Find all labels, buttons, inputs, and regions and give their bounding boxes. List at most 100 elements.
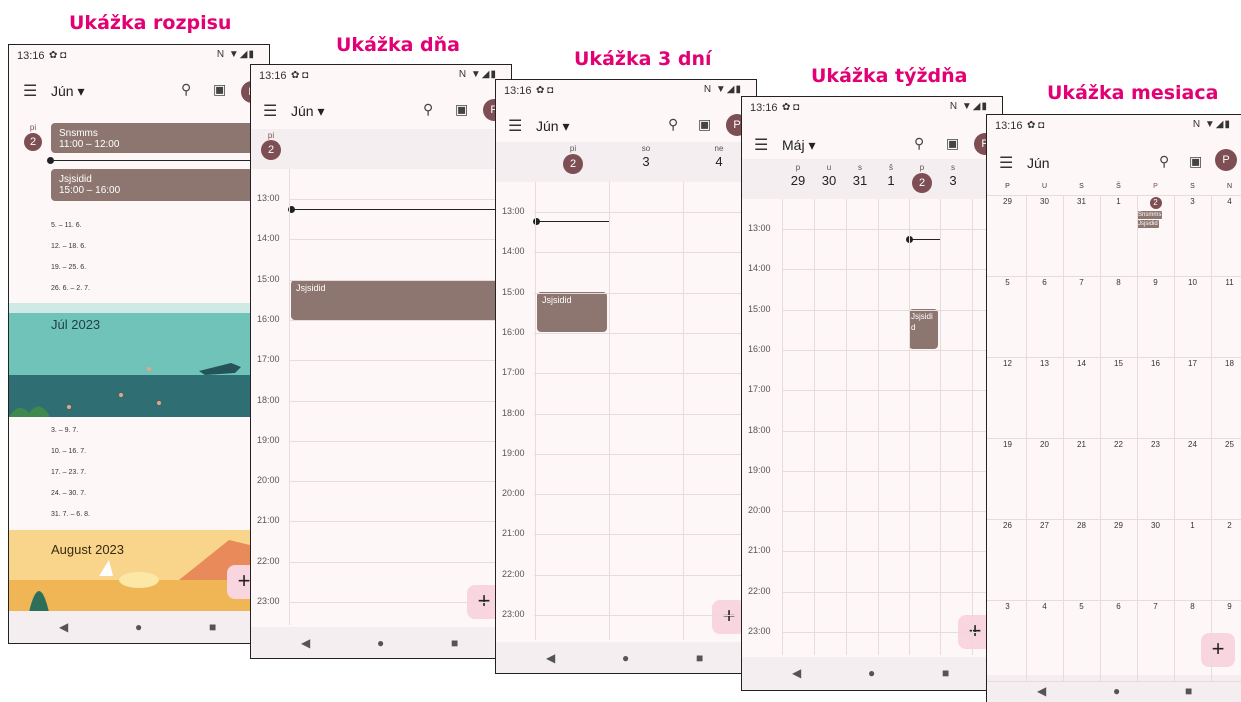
day-number[interactable]: 2 (261, 140, 281, 160)
day-number[interactable]: 2 (24, 133, 42, 151)
month-selector[interactable]: Jún ▾ (291, 103, 325, 120)
month-day-cell[interactable]: 24 (1174, 440, 1211, 449)
month-day-cell[interactable]: 27 (1026, 521, 1063, 530)
month-day-cell[interactable]: 19 (989, 440, 1026, 449)
month-day-cell[interactable]: 2 (1211, 521, 1241, 530)
recents-icon[interactable]: ■ (1185, 684, 1192, 698)
calendar-today-icon[interactable]: ▣ (698, 116, 711, 133)
month-selector[interactable]: Jún ▾ (536, 118, 570, 135)
month-day-cell[interactable]: 20 (1026, 440, 1063, 449)
month-selector[interactable]: Jún ▾ (51, 83, 85, 100)
event-block[interactable]: Jsjsidid (291, 280, 511, 320)
month-selector[interactable]: Jún (1027, 155, 1050, 171)
search-icon[interactable]: ⚲ (423, 101, 433, 118)
month-day-cell[interactable]: 17 (1174, 359, 1211, 368)
month-day-cell[interactable]: 4 (1026, 602, 1063, 611)
day-number: 24 (1188, 440, 1197, 449)
menu-icon[interactable]: ☰ (999, 153, 1013, 173)
month-day-cell[interactable]: 16 (1137, 359, 1174, 368)
back-icon[interactable]: ◀ (301, 636, 310, 650)
calendar-today-icon[interactable]: ▣ (455, 101, 468, 118)
calendar-today-icon[interactable]: ▣ (1189, 153, 1202, 170)
menu-icon[interactable]: ☰ (23, 81, 37, 101)
day-header[interactable]: pi 2 (558, 144, 588, 174)
month-day-cell[interactable]: 11 (1211, 278, 1241, 287)
month-day-cell[interactable]: 31 (1063, 197, 1100, 206)
day-header[interactable]: š 1 (879, 163, 903, 188)
month-day-cell[interactable]: 23 (1137, 440, 1174, 449)
month-day-cell[interactable]: 5 (1063, 602, 1100, 611)
search-icon[interactable]: ⚲ (668, 116, 678, 133)
month-day-cell[interactable]: 6 (1100, 602, 1137, 611)
event-card[interactable]: Jsjsidid 15:00 – 16:00 (51, 169, 269, 201)
day-header[interactable]: u 30 (817, 163, 841, 188)
month-day-cell[interactable]: 2 (1137, 197, 1174, 209)
create-event-button[interactable]: + (1201, 633, 1235, 667)
month-day-cell[interactable]: 13 (1026, 359, 1063, 368)
month-event-chip[interactable]: Jsjsidid (1137, 220, 1159, 228)
month-day-cell[interactable]: 15 (1100, 359, 1137, 368)
month-day-cell[interactable]: 22 (1100, 440, 1137, 449)
month-day-cell[interactable]: 21 (1063, 440, 1100, 449)
month-day-cell[interactable]: 26 (989, 521, 1026, 530)
home-icon[interactable]: ● (1113, 684, 1120, 698)
month-day-cell[interactable]: 3 (989, 602, 1026, 611)
month-day-cell[interactable]: 1 (1100, 197, 1137, 206)
event-block[interactable]: Jsjsidi d (909, 309, 938, 349)
month-day-cell[interactable]: 30 (1137, 521, 1174, 530)
month-day-cell[interactable]: 6 (1026, 278, 1063, 287)
search-icon[interactable]: ⚲ (1159, 153, 1169, 170)
search-icon[interactable]: ⚲ (914, 135, 924, 152)
month-day-cell[interactable]: 29 (989, 197, 1026, 206)
month-day-cell[interactable]: 7 (1137, 602, 1174, 611)
back-icon[interactable]: ◀ (59, 620, 68, 634)
day-number: 8 (1190, 602, 1195, 611)
month-day-cell[interactable]: 28 (1063, 521, 1100, 530)
month-day-cell[interactable]: 9 (1137, 278, 1174, 287)
month-day-cell[interactable]: 14 (1063, 359, 1100, 368)
day-header[interactable]: p 2 (910, 163, 934, 193)
month-day-cell[interactable]: 3 (1174, 197, 1211, 206)
day-header[interactable]: p 29 (786, 163, 810, 188)
day-header[interactable]: so 3 (631, 144, 661, 169)
recents-icon[interactable]: ■ (942, 666, 949, 680)
month-day-cell[interactable]: 30 (1026, 197, 1063, 206)
back-icon[interactable]: ◀ (792, 666, 801, 680)
calendar-today-icon[interactable]: ▣ (946, 135, 959, 152)
day-header[interactable]: s 3 (941, 163, 965, 188)
menu-icon[interactable]: ☰ (263, 101, 277, 121)
home-icon[interactable]: ● (868, 666, 875, 680)
calendar-today-icon[interactable]: ▣ (213, 81, 226, 98)
month-day-cell[interactable]: 12 (989, 359, 1026, 368)
search-icon[interactable]: ⚲ (181, 81, 191, 98)
menu-icon[interactable]: ☰ (754, 135, 768, 155)
month-event-chip[interactable]: Snsmms (1137, 211, 1163, 219)
day-name: ne (714, 144, 724, 153)
event-block[interactable]: Jsjsidid (537, 292, 607, 332)
month-day-cell[interactable]: 9 (1211, 602, 1241, 611)
month-day-cell[interactable]: 1 (1174, 521, 1211, 530)
month-day-cell[interactable]: 29 (1100, 521, 1137, 530)
recents-icon[interactable]: ■ (451, 636, 458, 650)
month-day-cell[interactable]: 18 (1211, 359, 1241, 368)
recents-icon[interactable]: ■ (696, 651, 703, 665)
month-day-cell[interactable]: 7 (1063, 278, 1100, 287)
month-selector[interactable]: Máj ▾ (782, 137, 815, 154)
month-day-cell[interactable]: 8 (1100, 278, 1137, 287)
home-icon[interactable]: ● (135, 620, 142, 634)
month-day-cell[interactable]: 25 (1211, 440, 1241, 449)
recents-icon[interactable]: ■ (209, 620, 216, 634)
day-header[interactable]: s 31 (848, 163, 872, 188)
back-icon[interactable]: ◀ (546, 651, 555, 665)
month-day-cell[interactable]: 8 (1174, 602, 1211, 611)
month-day-cell[interactable]: 4 (1211, 197, 1241, 206)
avatar[interactable]: P (1215, 149, 1237, 171)
month-day-cell[interactable]: 5 (989, 278, 1026, 287)
back-icon[interactable]: ◀ (1037, 684, 1046, 698)
event-card[interactable]: Snsmms 11:00 – 12:00 (51, 123, 269, 153)
home-icon[interactable]: ● (622, 651, 629, 665)
home-icon[interactable]: ● (377, 636, 384, 650)
menu-icon[interactable]: ☰ (508, 116, 522, 136)
month-day-cell[interactable]: 10 (1174, 278, 1211, 287)
day-header[interactable]: ne 4 (704, 144, 734, 169)
